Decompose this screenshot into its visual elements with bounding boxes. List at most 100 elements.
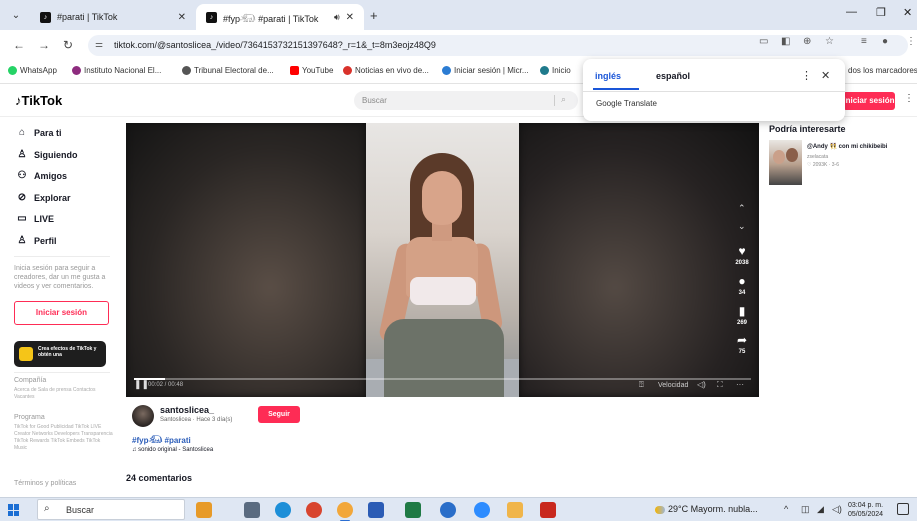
bookmark-star-icon[interactable]: ☆: [825, 36, 834, 47]
share-button[interactable]: ➦ 75: [729, 334, 755, 355]
nav-label: Siguiendo: [34, 149, 78, 160]
browser-tab-2[interactable]: ♪ #fyp𓃰 #parati | TikTok 🔊︎ ✕: [196, 4, 364, 30]
follow-button[interactable]: Seguir: [258, 406, 300, 423]
close-window-icon[interactable]: ✕: [903, 6, 912, 19]
reading-list-icon[interactable]: ≡: [861, 36, 867, 47]
translate-close-icon[interactable]: ✕: [821, 69, 830, 82]
nav-item-perfil[interactable]: ♙ Perfil: [17, 235, 57, 246]
sound-link[interactable]: ♫ sonido original - Santoslicea: [132, 447, 213, 453]
nav-item-siguiendo[interactable]: ♙ Siguiendo: [17, 149, 78, 160]
video-top: [410, 277, 476, 305]
nav-item-live[interactable]: ▭ LIVE: [17, 213, 54, 224]
bookmark-inicio[interactable]: Inicio: [540, 66, 571, 75]
recommended-video-user[interactable]: zselacata: [807, 154, 828, 160]
tiktok-logo[interactable]: ♪TikTok: [15, 93, 62, 108]
previous-video-icon[interactable]: ⌃: [738, 203, 746, 214]
restore-icon[interactable]: ❐: [876, 6, 886, 19]
bookmark-label: dos los marcadores: [848, 66, 917, 75]
video-progress-bar[interactable]: [134, 378, 751, 380]
footer-program-links[interactable]: TikTok for Good Publicidad TikTok LIVE C…: [14, 424, 114, 452]
like-button[interactable]: ♥ 2038: [729, 245, 755, 266]
close-tab-icon[interactable]: ✕: [178, 12, 186, 23]
speed-control[interactable]: Velocidad: [658, 382, 688, 389]
more-icon[interactable]: ···: [736, 380, 744, 389]
author-avatar[interactable]: [132, 405, 154, 427]
pip-icon[interactable]: ⍰: [639, 380, 644, 390]
video-player[interactable]: ⌃ ⌄ ♥ 2038 ● 34 ▮ 269 ➦ 75 ❚❚ 00:02 / 00…: [126, 123, 759, 397]
bookmark-ine[interactable]: Instituto Nacional El...: [72, 66, 161, 75]
new-tab-button[interactable]: +: [370, 8, 378, 23]
excel-icon[interactable]: [405, 502, 421, 518]
login-button-sidebar[interactable]: Iniciar sesión: [14, 301, 109, 325]
translate-source-tab[interactable]: inglés: [595, 71, 621, 81]
next-video-icon[interactable]: ⌄: [738, 221, 746, 232]
app-icon[interactable]: [440, 502, 456, 518]
nav-item-para-ti[interactable]: ⌂ Para ti: [17, 127, 62, 138]
translate-more-icon[interactable]: ⋮: [801, 69, 812, 82]
profile-avatar-icon[interactable]: ●: [882, 36, 888, 47]
login-button-header[interactable]: Iniciar sesión: [843, 92, 895, 110]
file-explorer-icon[interactable]: [196, 502, 212, 518]
more-options-icon[interactable]: ⋮: [904, 93, 914, 104]
tab-search-menu-icon[interactable]: ⌄: [8, 8, 24, 24]
taskbar-search[interactable]: ⌕ Buscar: [37, 499, 185, 520]
comment-button[interactable]: ● 34: [729, 275, 755, 296]
task-view-icon[interactable]: [244, 502, 260, 518]
bookmark-tribunal[interactable]: Tribunal Electoral de...: [182, 66, 274, 75]
browser-tab-1[interactable]: ♪ #parati | TikTok ✕: [30, 4, 196, 30]
minimize-icon[interactable]: —: [846, 6, 857, 18]
site-info-icon[interactable]: ⚌: [95, 39, 103, 50]
author-name[interactable]: santoslicea_: [160, 405, 214, 415]
translate-target-tab[interactable]: español: [656, 71, 690, 81]
bookmark-whatsapp[interactable]: WhatsApp: [8, 66, 57, 75]
windows-start-icon[interactable]: [8, 504, 20, 516]
footer-company-links[interactable]: Acerca de Sala de prensa Contactos Vacan…: [14, 387, 114, 401]
nav-item-amigos[interactable]: ⚇ Amigos: [17, 170, 68, 181]
video-hashtags[interactable]: #fyp𓃰 #parati: [132, 432, 191, 446]
notifications-icon[interactable]: [897, 503, 909, 515]
chrome-menu-icon[interactable]: ⋮: [906, 36, 916, 47]
bookmark-microsoft[interactable]: Iniciar sesión | Micr...: [442, 66, 529, 75]
bookmark-button[interactable]: ▮ 269: [729, 305, 755, 326]
taskbar-clock[interactable]: 03:04 p. m. 05/05/2024: [848, 501, 883, 519]
search-input[interactable]: Buscar ⌕: [354, 91, 578, 110]
bookmark-noticias[interactable]: Noticias en vivo de...: [343, 66, 429, 75]
all-bookmarks[interactable]: dos los marcadores: [848, 66, 917, 75]
zoom-icon[interactable]: [474, 502, 490, 518]
bookmark-youtube[interactable]: YouTube: [290, 66, 333, 75]
network-icon[interactable]: ◫: [801, 504, 810, 515]
chrome-icon[interactable]: [337, 502, 353, 521]
zoom-icon[interactable]: ⊕: [803, 36, 811, 47]
win-logo-pane: [14, 510, 19, 516]
audio-playing-icon[interactable]: 🔊︎: [334, 12, 340, 23]
cast-icon[interactable]: ▭: [759, 36, 768, 47]
volume-icon[interactable]: ◁): [697, 380, 706, 389]
app-icon[interactable]: [306, 502, 322, 518]
app-icon[interactable]: [507, 502, 523, 518]
recommended-video-thumbnail[interactable]: [769, 140, 802, 185]
close-tab-icon[interactable]: ✕: [346, 12, 354, 23]
wifi-icon[interactable]: ◢: [817, 504, 824, 515]
translate-icon[interactable]: ◧: [781, 36, 790, 47]
acrobat-icon[interactable]: [540, 502, 556, 518]
word-icon[interactable]: [368, 502, 384, 518]
back-icon[interactable]: ←: [13, 38, 25, 52]
forward-icon[interactable]: →: [38, 38, 50, 52]
recommended-video-caption[interactable]: @Andy 👯 con mi chikibeibi: [807, 143, 912, 150]
effects-promo-banner[interactable]: Crea efectos de TikTok y obtén una: [14, 341, 106, 367]
video-frame[interactable]: [366, 123, 519, 397]
fullscreen-icon[interactable]: ⛶: [717, 380, 723, 390]
weather-widget[interactable]: 29°C Mayorm. nubla...: [655, 504, 758, 514]
edge-icon[interactable]: [275, 502, 291, 518]
bookmark-icon: ▮: [738, 304, 746, 318]
tray-chevron-icon[interactable]: ^: [784, 504, 788, 514]
inicio-icon: [540, 66, 549, 75]
nav-item-explorar[interactable]: ⊘ Explorar: [17, 192, 71, 203]
volume-icon[interactable]: ◁): [832, 504, 842, 515]
search-icon[interactable]: ⌕: [561, 94, 566, 105]
reload-icon[interactable]: ↻: [63, 38, 73, 52]
footer-terms-title[interactable]: Términos y políticas: [14, 480, 76, 487]
footer-program-title[interactable]: Programa: [14, 414, 45, 421]
pause-icon[interactable]: ❚❚: [134, 379, 149, 390]
footer-company-title[interactable]: Compañía: [14, 377, 46, 384]
